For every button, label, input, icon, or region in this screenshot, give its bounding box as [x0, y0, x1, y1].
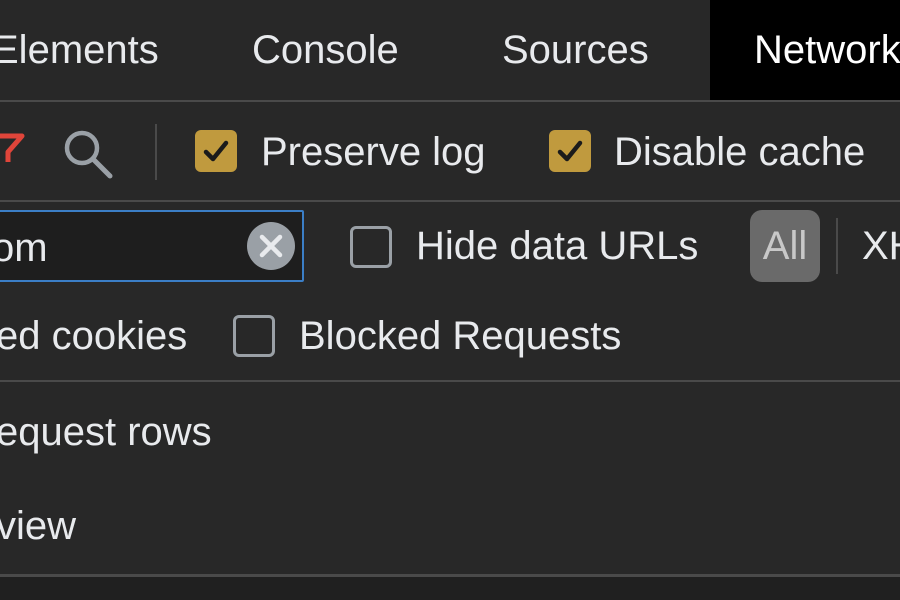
disable-cache-checkbox[interactable] [549, 130, 591, 172]
filter-section-divider [0, 380, 900, 382]
tab-bar-divider [0, 100, 900, 102]
tab-network[interactable]: Network [710, 0, 900, 100]
toolbar-divider [0, 200, 900, 202]
hide-data-urls-label: Hide data URLs [416, 224, 699, 268]
filter-type-all[interactable]: All [750, 210, 820, 282]
filter-type-xhr[interactable]: XHR [862, 222, 900, 270]
big-request-rows-label: equest rows [0, 410, 212, 454]
filter-input-value: om [0, 226, 48, 270]
toolbar-separator [155, 124, 157, 180]
blocked-requests-label: Blocked Requests [299, 314, 622, 358]
tab-sources[interactable]: Sources [502, 0, 649, 100]
tab-elements[interactable]: Elements [0, 0, 159, 100]
overview-label: view [0, 504, 77, 548]
search-icon[interactable] [60, 126, 116, 182]
checkmark-icon [203, 140, 229, 162]
hide-data-urls-checkbox[interactable] [350, 226, 392, 268]
blocked-requests-checkbox[interactable] [233, 315, 275, 357]
filter-type-separator [836, 218, 838, 274]
checkmark-icon [557, 140, 583, 162]
devtools-panel: Elements Console Sources Network Preserv… [0, 0, 900, 600]
devtools-tab-bar: Elements Console Sources Network [0, 0, 900, 100]
disable-cache-label: Disable cache [614, 130, 866, 174]
tab-console[interactable]: Console [252, 0, 399, 100]
blocked-cookies-label: ed cookies [0, 314, 188, 358]
preserve-log-label: Preserve log [261, 130, 486, 174]
filter-icon[interactable] [0, 126, 26, 166]
request-table-area [0, 577, 900, 600]
preserve-log-checkbox[interactable] [195, 130, 237, 172]
clear-filter-icon[interactable] [246, 221, 296, 271]
